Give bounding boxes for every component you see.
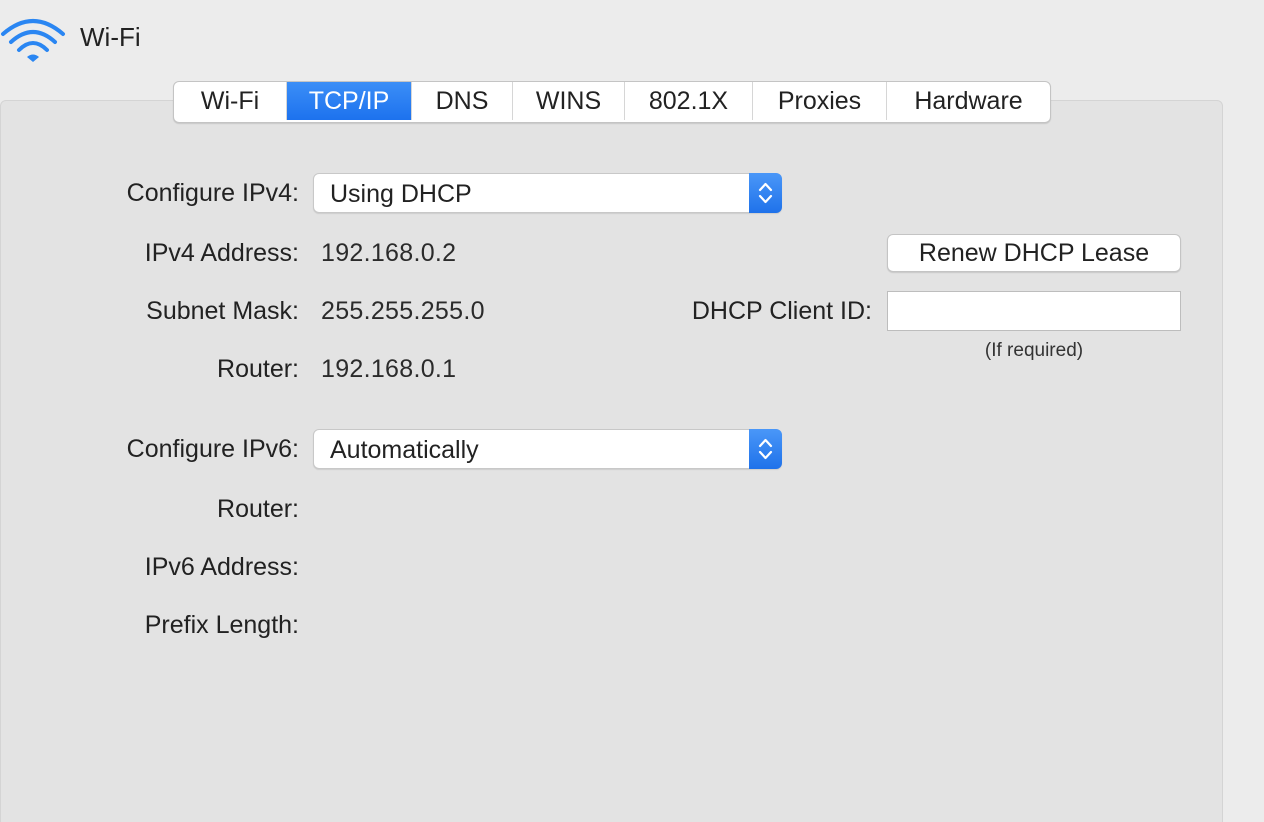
tab-8021x[interactable]: 802.1X bbox=[625, 82, 753, 120]
ipv4-address-label: IPv4 Address: bbox=[144, 239, 299, 267]
ipv4-address-value: 192.168.0.2 bbox=[321, 239, 457, 267]
renew-dhcp-lease-button[interactable]: Renew DHCP Lease bbox=[887, 234, 1181, 272]
ipv6-router-label: Router: bbox=[217, 495, 299, 523]
tab-bar: Wi-Fi TCP/IP DNS WINS 802.1X Proxies Har… bbox=[173, 81, 1051, 123]
interface-title: Wi-Fi bbox=[80, 22, 141, 52]
tab-wifi[interactable]: Wi-Fi bbox=[174, 82, 287, 120]
subnet-mask-label: Subnet Mask: bbox=[146, 297, 299, 325]
network-settings-window: Wi-Fi Wi-Fi TCP/IP DNS WINS 802.1X Proxi… bbox=[0, 0, 1264, 822]
ipv4-router-label: Router: bbox=[217, 355, 299, 383]
dhcp-client-id-hint: (If required) bbox=[984, 340, 1084, 361]
configure-ipv6-popup[interactable]: Automatically bbox=[313, 429, 782, 469]
tab-dns[interactable]: DNS bbox=[412, 82, 513, 120]
popup-stepper-icon bbox=[749, 429, 782, 469]
tab-wins[interactable]: WINS bbox=[513, 82, 625, 120]
configure-ipv6-label: Configure IPv6: bbox=[126, 435, 299, 463]
ipv6-address-label: IPv6 Address: bbox=[144, 553, 299, 581]
tab-proxies[interactable]: Proxies bbox=[753, 82, 887, 120]
dhcp-client-id-label: DHCP Client ID: bbox=[691, 297, 872, 325]
prefix-length-label: Prefix Length: bbox=[144, 611, 299, 639]
subnet-mask-value: 255.255.255.0 bbox=[321, 297, 485, 325]
popup-stepper-icon bbox=[749, 173, 782, 213]
configure-ipv4-value: Using DHCP bbox=[330, 180, 472, 208]
ipv4-router-value: 192.168.0.1 bbox=[321, 355, 457, 383]
tab-tcpip[interactable]: TCP/IP bbox=[287, 82, 412, 120]
configure-ipv4-label: Configure IPv4: bbox=[126, 179, 299, 207]
wifi-icon bbox=[1, 19, 65, 62]
configure-ipv6-value: Automatically bbox=[330, 436, 479, 464]
dhcp-client-id-field[interactable] bbox=[887, 291, 1181, 331]
configure-ipv4-popup[interactable]: Using DHCP bbox=[313, 173, 782, 213]
tab-hardware[interactable]: Hardware bbox=[887, 82, 1050, 120]
